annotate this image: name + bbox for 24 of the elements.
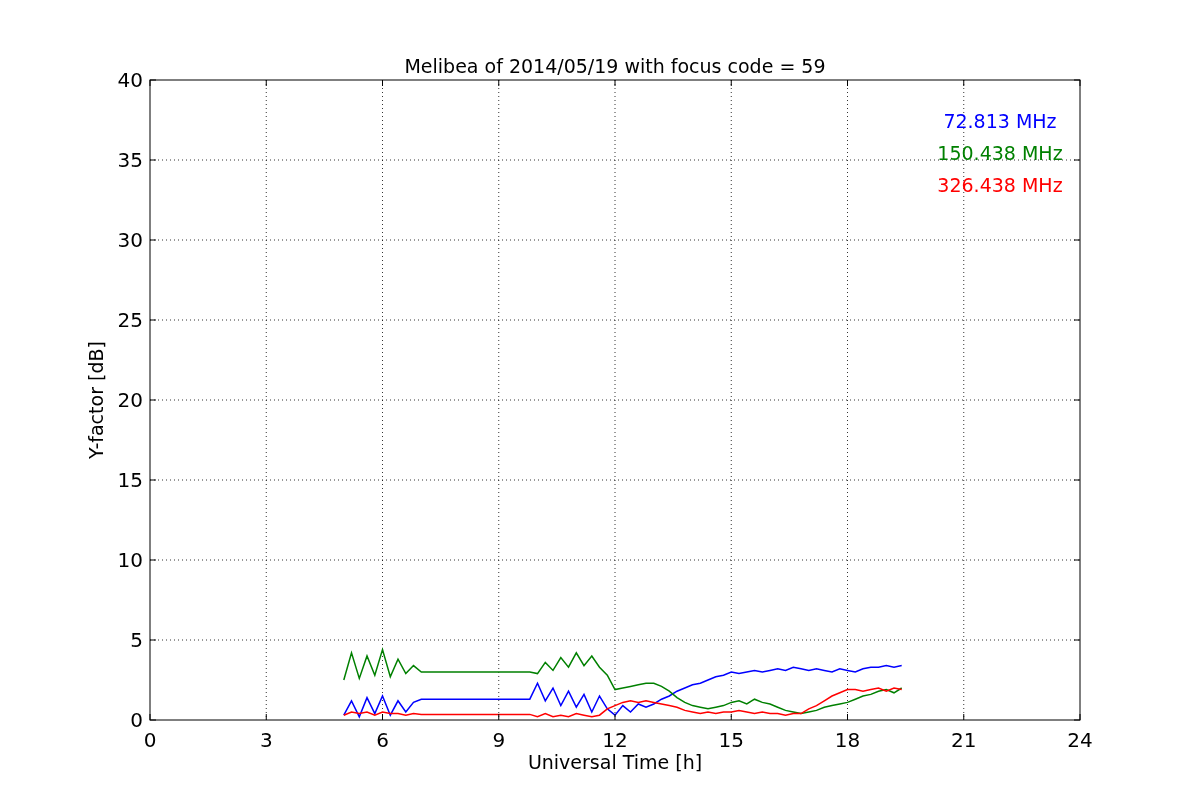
x-tick-label: 15	[718, 728, 744, 752]
x-tick-label: 6	[376, 728, 389, 752]
y-tick-label: 20	[117, 388, 143, 412]
legend-label: 150.438 MHz	[937, 142, 1063, 164]
y-tick-label: 15	[117, 468, 143, 492]
legend-label: 326.438 MHz	[937, 174, 1063, 196]
x-tick-label: 24	[1067, 728, 1093, 752]
x-tick-label: 3	[259, 728, 273, 752]
y-tick-label: 10	[117, 548, 143, 572]
x-tick-label: 9	[492, 728, 506, 752]
x-tick-label: 12	[602, 728, 628, 752]
y-tick-label: 0	[130, 708, 143, 732]
y-tick-label: 25	[117, 308, 143, 332]
x-tick-label: 0	[143, 728, 157, 752]
x-axis-label: Universal Time [h]	[527, 751, 703, 773]
legend-label: 72.813 MHz	[943, 110, 1057, 132]
x-tick-label: 21	[951, 728, 977, 752]
x-tick-label: 18	[834, 728, 861, 752]
chart-title: Melibea of 2014/05/19 with focus code = 59	[404, 55, 826, 77]
y-tick-label: 30	[117, 228, 143, 252]
y-tick-label: 5	[130, 628, 143, 652]
y-tick-label: 35	[117, 148, 143, 172]
y-axis-label: Y-factor [dB]	[85, 341, 107, 459]
y-tick-label: 40	[117, 68, 143, 92]
